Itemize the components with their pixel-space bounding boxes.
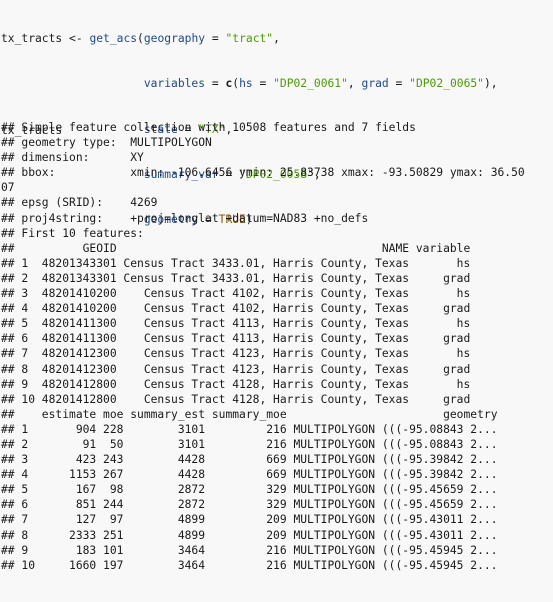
output-line: ## First 10 features: <box>1 226 144 240</box>
output-line: ## 7 127 97 4899 209 MULTIPOLYGON (((-95… <box>1 513 498 527</box>
output-line: ## 8 48201412300 Census Tract 4123, Harr… <box>1 362 471 376</box>
arg-value-hs: "DP02_0061" <box>273 77 348 91</box>
output-line: ## 1 904 228 3101 216 MULTIPOLYGON (((-9… <box>1 422 498 436</box>
code-line-2: variables = c(hs = "DP02_0061", grad = "… <box>1 76 498 91</box>
output-line: ## 2 48201343301 Census Tract 3433.01, H… <box>1 271 471 285</box>
assign-operator: <- <box>62 32 90 46</box>
function-name: get_acs <box>89 32 138 46</box>
output-line: ## epsg (SRID): 4269 <box>1 196 158 210</box>
arg-name-hs: hs <box>239 77 253 91</box>
console-output: ## Simple feature collection with 10508 … <box>1 120 525 573</box>
output-line: ## 6 851 244 2872 329 MULTIPOLYGON (((-9… <box>1 498 498 512</box>
equals-sign: = <box>205 32 226 46</box>
comma: , <box>273 32 280 46</box>
assign-var: tx_tracts <box>1 32 63 46</box>
output-line: ## 8 2333 251 4899 209 MULTIPOLYGON (((-… <box>1 528 498 542</box>
output-line: 07 <box>1 181 15 195</box>
output-line: ## bbox: xmin: -106.6456 ymin: 25.83738 … <box>1 166 525 180</box>
arg-value-geography: "tract" <box>225 32 274 46</box>
output-line: ## 3 48201410200 Census Tract 4102, Harr… <box>1 287 471 301</box>
output-line: ## 5 167 98 2872 329 MULTIPOLYGON (((-95… <box>1 483 498 497</box>
output-line: ## 9 183 101 3464 216 MULTIPOLYGON (((-9… <box>1 543 498 557</box>
output-line: ## 1 48201343301 Census Tract 3433.01, H… <box>1 256 471 270</box>
output-line: ## 7 48201412300 Census Tract 4123, Harr… <box>1 347 471 361</box>
output-line: ## 9 48201412800 Census Tract 4128, Harr… <box>1 377 471 391</box>
output-line: ## geometry type: MULTIPOLYGON <box>1 136 212 150</box>
arg-value-grad: "DP02_0065" <box>409 77 484 91</box>
paren-open: ( <box>137 32 144 46</box>
output-line: ## 4 1153 267 4428 669 MULTIPOLYGON (((-… <box>1 468 498 482</box>
comma: , <box>347 77 362 91</box>
code-line-1: tx_tracts <- get_acs(geography = "tract"… <box>1 31 498 46</box>
output-line: ## 2 91 50 3101 216 MULTIPOLYGON (((-95.… <box>1 437 498 451</box>
output-line: ## 3 423 243 4428 669 MULTIPOLYGON (((-9… <box>1 453 498 467</box>
output-line: ## 10 48201412800 Census Tract 4128, Har… <box>1 392 471 406</box>
output-line: ## 10 1660 197 3464 216 MULTIPOLYGON (((… <box>1 558 498 572</box>
output-line: ## 6 48201411300 Census Tract 4113, Harr… <box>1 332 471 346</box>
equals-sign: = <box>252 77 274 91</box>
equals-sign: = <box>388 77 410 91</box>
output-line: ## GEOID NAME variable <box>1 241 471 255</box>
output-line: ## estimate moe summary_est summary_moe … <box>1 407 498 421</box>
arg-name-grad: grad <box>361 77 389 91</box>
output-line: ## dimension: XY <box>1 151 144 165</box>
equals-sign: = <box>205 77 226 91</box>
output-line: ## Simple feature collection with 10508 … <box>1 121 416 134</box>
paren-close: ) <box>483 77 491 91</box>
arg-name-geography: geography <box>143 32 206 46</box>
output-line: ## proj4string: +proj=longlat +datum=NAD… <box>1 211 369 225</box>
arg-name-variables: variables <box>143 77 206 91</box>
output-line: ## 4 48201410200 Census Tract 4102, Harr… <box>1 302 471 316</box>
comma: , <box>490 77 498 91</box>
output-line: ## 5 48201411300 Census Tract 4113, Harr… <box>1 317 471 331</box>
